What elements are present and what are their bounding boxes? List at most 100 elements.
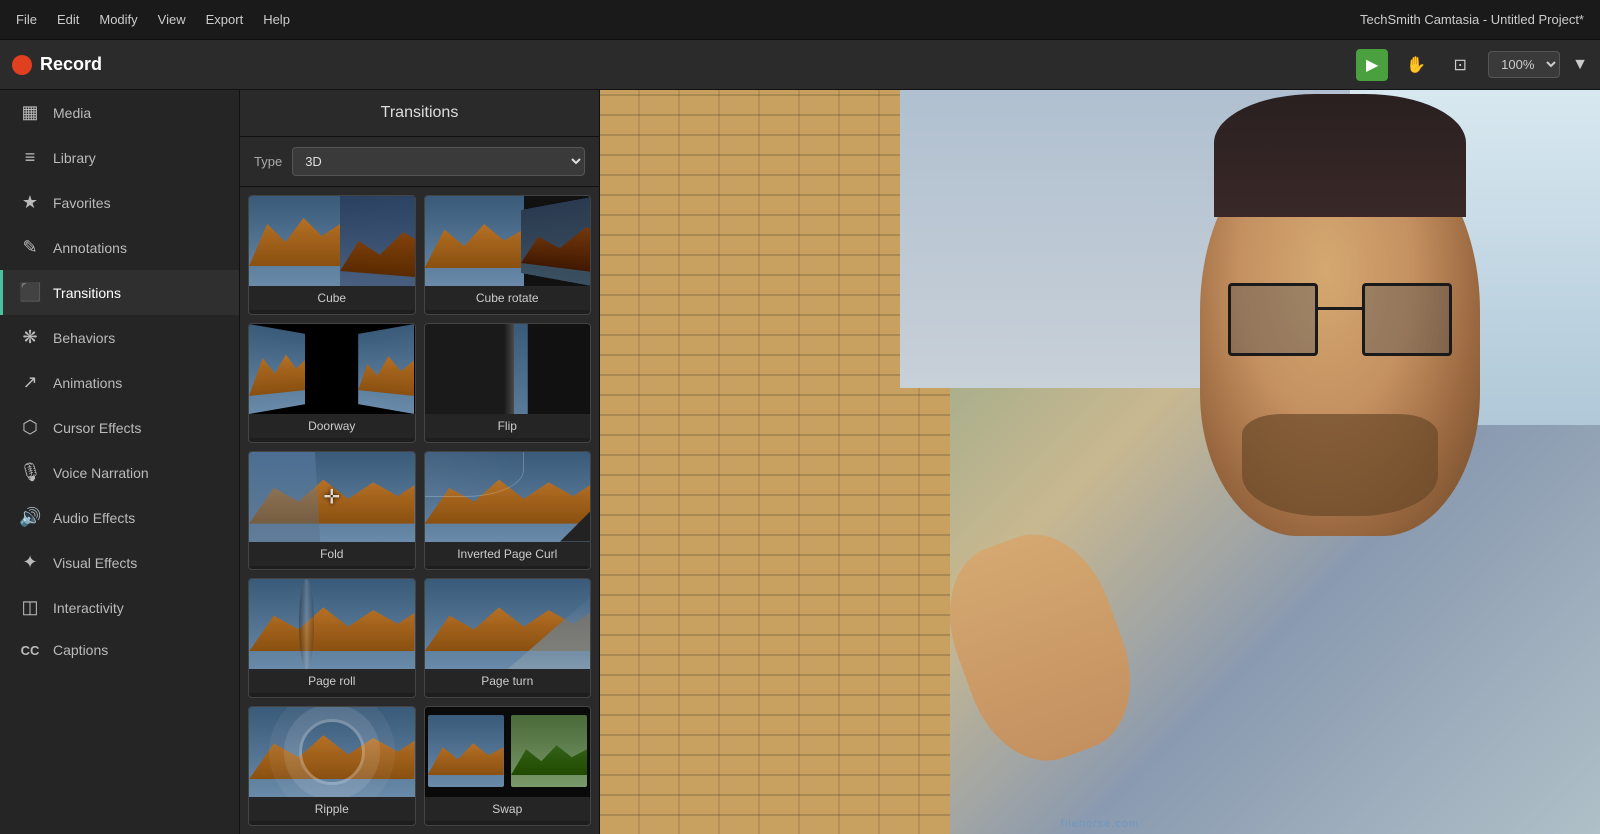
transition-page-roll[interactable]: Page roll bbox=[248, 578, 416, 698]
transition-cube[interactable]: Cube bbox=[248, 195, 416, 315]
type-filter-select[interactable]: 3D 2D All bbox=[292, 147, 585, 176]
cube-left bbox=[249, 196, 340, 286]
transition-page-roll-thumb bbox=[249, 579, 415, 669]
transition-page-turn-thumb bbox=[425, 579, 591, 669]
sidebar-label-behaviors: Behaviors bbox=[53, 330, 115, 346]
sidebar-item-favorites[interactable]: ★ Favorites bbox=[0, 180, 239, 225]
toolbar: Record ▶ ✋ ⊡ 100% ▼ bbox=[0, 40, 1600, 90]
transition-doorway[interactable]: Doorway bbox=[248, 323, 416, 443]
glasses-bridge bbox=[1318, 307, 1363, 310]
transition-cube-rotate[interactable]: Cube rotate bbox=[424, 195, 592, 315]
transition-cube-thumb bbox=[249, 196, 415, 286]
behaviors-icon: ❋ bbox=[19, 327, 41, 348]
record-dot-icon bbox=[12, 55, 32, 75]
person-body bbox=[1160, 499, 1560, 834]
select-tool-button[interactable]: ▶ bbox=[1356, 49, 1388, 81]
voice-narration-icon: 🎙 bbox=[19, 462, 41, 483]
transition-cube-rotate-thumb bbox=[425, 196, 591, 286]
glasses-right bbox=[1362, 283, 1452, 357]
watermark: filehorse.com bbox=[1061, 818, 1139, 830]
sidebar-item-annotations[interactable]: ✎ Annotations bbox=[0, 225, 239, 270]
titlebar: File Edit Modify View Export Help TechSm… bbox=[0, 0, 1600, 40]
media-icon: ▦ bbox=[19, 102, 41, 123]
transitions-grid: Cube Cube rotate bbox=[240, 187, 599, 834]
main-content: ▦ Media ≡ Library ★ Favorites ✎ Annotati… bbox=[0, 90, 1600, 834]
record-button[interactable]: Record bbox=[12, 54, 102, 75]
sidebar-label-library: Library bbox=[53, 150, 96, 166]
sidebar-item-library[interactable]: ≡ Library bbox=[0, 135, 239, 180]
sidebar-item-interactivity[interactable]: ◫ Interactivity bbox=[0, 585, 239, 630]
transition-swap-thumb bbox=[425, 707, 591, 797]
zoom-select[interactable]: 100% bbox=[1488, 51, 1560, 78]
transition-ripple-label: Ripple bbox=[249, 797, 415, 821]
sidebar-label-annotations: Annotations bbox=[53, 240, 127, 256]
sidebar-item-media[interactable]: ▦ Media bbox=[0, 90, 239, 135]
transition-flip-label: Flip bbox=[425, 414, 591, 438]
library-icon: ≡ bbox=[19, 147, 41, 168]
menu-edit[interactable]: Edit bbox=[57, 12, 79, 27]
sidebar-label-voice-narration: Voice Narration bbox=[53, 465, 149, 481]
audio-effects-icon: 🔊 bbox=[19, 507, 41, 528]
transitions-panel: Transitions Type 3D 2D All Cube bbox=[240, 90, 600, 834]
record-label: Record bbox=[40, 54, 102, 75]
sidebar-label-animations: Animations bbox=[53, 375, 122, 391]
hand-tool-button[interactable]: ✋ bbox=[1400, 49, 1432, 81]
transition-swap[interactable]: Swap bbox=[424, 706, 592, 826]
sidebar-item-audio-effects[interactable]: 🔊 Audio Effects bbox=[0, 495, 239, 540]
transition-flip[interactable]: Flip bbox=[424, 323, 592, 443]
transition-doorway-thumb bbox=[249, 324, 415, 414]
annotations-icon: ✎ bbox=[19, 237, 41, 258]
visual-effects-icon: ✦ bbox=[19, 552, 41, 573]
transition-inverted-page-curl[interactable]: Inverted Page Curl bbox=[424, 451, 592, 571]
menu-modify[interactable]: Modify bbox=[99, 12, 137, 27]
person-face bbox=[1200, 127, 1480, 536]
cursor-effects-icon: ⬡ bbox=[19, 417, 41, 438]
transition-swap-label: Swap bbox=[425, 797, 591, 821]
transition-inverted-page-curl-thumb bbox=[425, 452, 591, 542]
sidebar-item-behaviors[interactable]: ❋ Behaviors bbox=[0, 315, 239, 360]
transition-cube-rotate-label: Cube rotate bbox=[425, 286, 591, 310]
window-title: TechSmith Camtasia - Untitled Project* bbox=[1360, 12, 1584, 27]
glasses-left bbox=[1228, 283, 1318, 357]
person-area bbox=[800, 90, 1600, 834]
sidebar-item-cursor-effects[interactable]: ⬡ Cursor Effects bbox=[0, 405, 239, 450]
sidebar-label-favorites: Favorites bbox=[53, 195, 111, 211]
panel-filter: Type 3D 2D All bbox=[240, 137, 599, 187]
menu-help[interactable]: Help bbox=[263, 12, 290, 27]
transition-cube-label: Cube bbox=[249, 286, 415, 310]
sidebar-item-visual-effects[interactable]: ✦ Visual Effects bbox=[0, 540, 239, 585]
sidebar-item-captions[interactable]: CC Captions bbox=[0, 630, 239, 670]
transition-fold[interactable]: ✛ Fold bbox=[248, 451, 416, 571]
menu-file[interactable]: File bbox=[16, 12, 37, 27]
zoom-dropdown-icon: ▼ bbox=[1572, 56, 1588, 74]
sidebar-label-captions: Captions bbox=[53, 642, 108, 658]
transition-ripple-thumb bbox=[249, 707, 415, 797]
sidebar-item-voice-narration[interactable]: 🎙 Voice Narration bbox=[0, 450, 239, 495]
sidebar-item-animations[interactable]: ↗ Animations bbox=[0, 360, 239, 405]
sidebar-label-interactivity: Interactivity bbox=[53, 600, 124, 616]
transition-fold-label: Fold bbox=[249, 542, 415, 566]
person-arm bbox=[927, 516, 1154, 780]
crop-tool-button[interactable]: ⊡ bbox=[1444, 49, 1476, 81]
transition-doorway-label: Doorway bbox=[249, 414, 415, 438]
transition-fold-thumb: ✛ bbox=[249, 452, 415, 542]
transition-ripple[interactable]: Ripple bbox=[248, 706, 416, 826]
beard bbox=[1242, 414, 1438, 516]
menu-bar: File Edit Modify View Export Help bbox=[16, 12, 290, 27]
transition-inverted-page-curl-label: Inverted Page Curl bbox=[425, 542, 591, 566]
sidebar-label-audio-effects: Audio Effects bbox=[53, 510, 135, 526]
transition-page-turn[interactable]: Page turn bbox=[424, 578, 592, 698]
animations-icon: ↗ bbox=[19, 372, 41, 393]
sidebar-label-cursor-effects: Cursor Effects bbox=[53, 420, 141, 436]
favorites-icon: ★ bbox=[19, 192, 41, 213]
menu-export[interactable]: Export bbox=[206, 12, 244, 27]
sidebar-label-media: Media bbox=[53, 105, 91, 121]
sidebar-item-transitions[interactable]: ⬛ Transitions bbox=[0, 270, 239, 315]
panel-title: Transitions bbox=[240, 90, 599, 137]
menu-view[interactable]: View bbox=[158, 12, 186, 27]
transition-flip-thumb bbox=[425, 324, 591, 414]
cube-right bbox=[340, 196, 414, 286]
filter-label: Type bbox=[254, 154, 282, 169]
captions-icon: CC bbox=[19, 643, 41, 658]
sidebar-label-transitions: Transitions bbox=[53, 285, 121, 301]
